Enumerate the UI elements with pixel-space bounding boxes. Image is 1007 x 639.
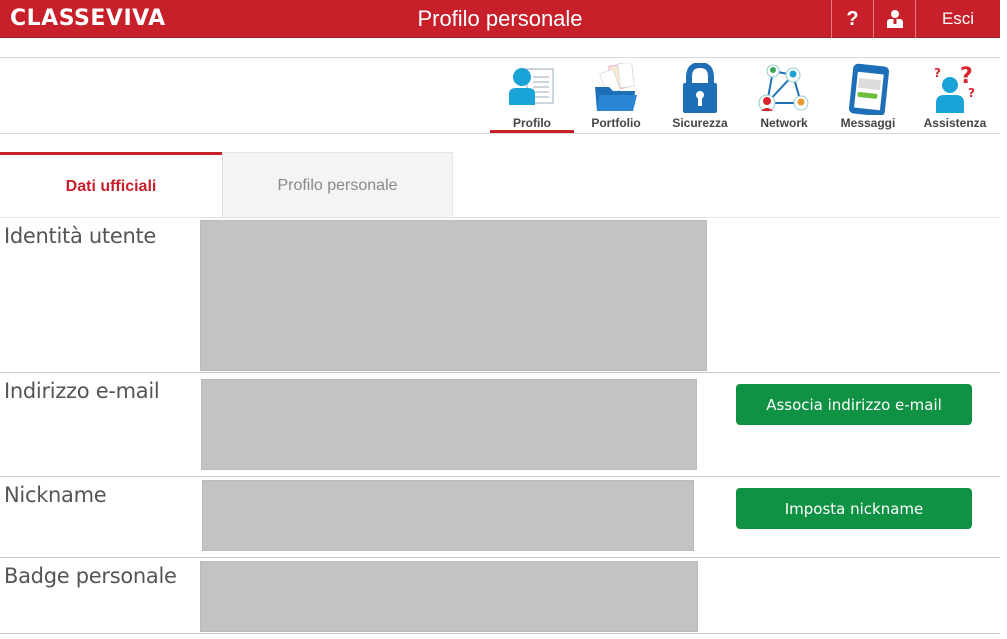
row-label: Badge personale — [4, 564, 177, 588]
row-label: Indirizzo e-mail — [4, 379, 160, 403]
logout-button[interactable]: Esci — [915, 0, 1000, 38]
row-label: Nickname — [4, 483, 107, 507]
redacted-value — [202, 480, 694, 551]
tab-dati-ufficiali[interactable]: Dati ufficiali — [0, 152, 222, 218]
divider — [0, 133, 1000, 134]
svg-text:?: ? — [934, 66, 941, 80]
user-account-button[interactable] — [873, 0, 915, 38]
associate-email-button[interactable]: Associa indirizzo e-mail — [736, 384, 972, 425]
question-mark-icon: ? — [846, 7, 859, 30]
help-button[interactable]: ? — [831, 0, 873, 38]
nav-item-profilo[interactable]: Profilo — [490, 58, 574, 133]
redacted-value — [200, 220, 707, 371]
row-badge-personale: Badge personale — [0, 558, 1000, 634]
nav-item-network[interactable]: Network — [742, 58, 826, 133]
phone-message-icon — [848, 63, 890, 115]
nav-label: Assistenza — [923, 116, 987, 130]
tab-bar: Dati ufficiali Profilo personale — [0, 152, 453, 218]
row-identita-utente: Identità utente — [0, 218, 1000, 373]
help-person-icon: ? ? ? — [934, 64, 975, 113]
nav-label: Portfolio — [591, 116, 641, 130]
svg-text:?: ? — [968, 86, 975, 100]
redacted-value — [200, 561, 698, 632]
folder-icon — [595, 63, 637, 111]
nav-item-assistenza[interactable]: ? ? ? Assistenza — [910, 58, 1000, 133]
nav-label: Sicurezza — [672, 116, 728, 130]
classeviva-logo[interactable]: CLASSEVIVA — [10, 5, 166, 33]
row-nickname: Nickname Imposta nickname — [0, 477, 1000, 558]
nav-item-portfolio[interactable]: Portfolio — [574, 58, 658, 133]
redacted-value — [201, 379, 697, 470]
user-icon — [886, 10, 903, 28]
header-actions: ? Esci — [831, 0, 1000, 38]
section-nav: Profilo Portfolio Sicurezza Network Mess… — [490, 58, 1000, 133]
nav-item-sicurezza[interactable]: Sicurezza — [658, 58, 742, 133]
row-label: Identità utente — [4, 224, 157, 248]
padlock-icon — [683, 63, 717, 113]
row-indirizzo-email: Indirizzo e-mail Associa indirizzo e-mai… — [0, 373, 1000, 477]
network-icon — [758, 64, 809, 112]
top-header-bar: CLASSEVIVA Profilo personale ? Esci — [0, 0, 1000, 38]
profile-card-icon — [509, 68, 554, 105]
nav-label: Messaggi — [840, 116, 896, 130]
nav-label: Network — [760, 116, 808, 130]
tab-profilo-personale[interactable]: Profilo personale — [222, 152, 453, 218]
nav-item-messaggi[interactable]: Messaggi — [826, 58, 910, 133]
nav-label: Profilo — [513, 116, 551, 130]
set-nickname-button[interactable]: Imposta nickname — [736, 488, 972, 529]
